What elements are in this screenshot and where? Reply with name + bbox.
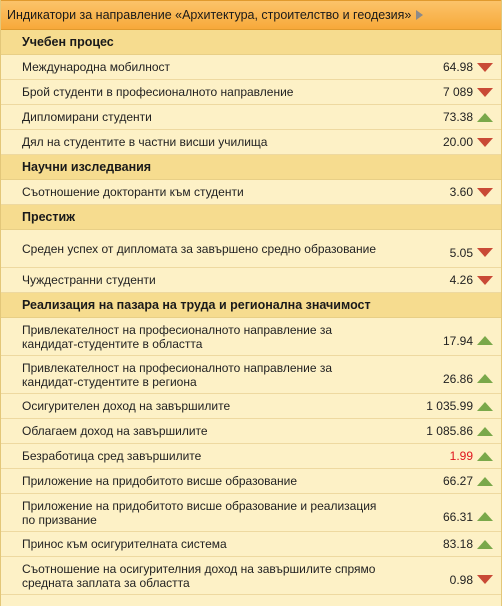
triangle-up-icon: [477, 476, 493, 486]
triangle-up-icon: [477, 112, 493, 122]
indicator-row[interactable]: Принос към осигурителната система 83.18: [1, 532, 501, 557]
indicator-value: 1 085.86: [426, 424, 473, 438]
indicator-row[interactable]: Осигурителен доход на завършилите 1 035.9…: [1, 394, 501, 419]
triangle-up-icon: [477, 336, 493, 345]
section-header: Реализация на пазара на труда и регионал…: [1, 293, 501, 318]
indicator-label: Облагаем доход на завършилите: [22, 424, 208, 438]
indicator-row[interactable]: Брой студенти в професионалното направле…: [1, 80, 501, 105]
indicator-value: 3.60: [449, 185, 473, 199]
trend-up-icon: [477, 511, 493, 523]
triangle-down-icon: [477, 87, 493, 97]
indicator-label: Приложение на придобитото висше образова…: [22, 474, 298, 488]
section-header: Учебен процес: [1, 30, 501, 55]
triangle-down-icon: [477, 275, 493, 285]
trend-down-icon: [477, 61, 493, 73]
indicator-label: Приложение на придобитото висше образова…: [22, 498, 377, 527]
indicators-panel: Индикатори за направление «Архитектура, …: [0, 0, 502, 606]
section-header: Престиж: [1, 205, 501, 230]
indicator-value: 83.18: [442, 537, 473, 551]
indicator-value: 64.98: [442, 60, 473, 74]
indicator-row[interactable]: Съотношение на осигурителния доход на за…: [1, 557, 501, 595]
indicator-label: Дипломирани студенти: [22, 110, 152, 124]
triangle-down-icon: [477, 248, 493, 257]
indicator-label: Среден успех от дипломата за завършено с…: [22, 241, 376, 256]
triangle-up-icon: [477, 401, 493, 411]
indicator-value: 4.26: [449, 273, 473, 287]
indicator-row[interactable]: Среден успех от дипломата за завършено с…: [1, 230, 501, 268]
indicator-row[interactable]: Съотношение докторанти към студенти 3.60: [1, 180, 501, 205]
expand-arrow-icon[interactable]: [416, 10, 424, 20]
indicator-label: Съотношение на осигурителния доход на за…: [22, 561, 376, 590]
trend-up-icon: [477, 373, 493, 385]
triangle-up-icon: [477, 539, 493, 549]
indicator-value: 66.27: [442, 474, 473, 488]
indicator-value: 7 089: [442, 85, 473, 99]
triangle-down-icon: [477, 62, 493, 72]
trend-down-icon: [477, 274, 493, 286]
indicator-value: 1.99: [449, 449, 473, 463]
trend-up-icon: [477, 475, 493, 487]
indicator-row[interactable]: Приложение на придобитото висше образова…: [1, 469, 501, 494]
trend-up-icon: [477, 538, 493, 550]
trend-down-icon: [477, 86, 493, 98]
indicator-label: Чуждестранни студенти: [22, 273, 156, 287]
section-header: Научни изследвания: [1, 155, 501, 180]
triangle-up-icon: [477, 451, 493, 461]
indicator-label: Привлекателност на професионалното напра…: [22, 322, 333, 351]
indicator-label: Безработица сред завършилите: [22, 449, 202, 463]
indicator-value: 73.38: [442, 110, 473, 124]
triangle-down-icon: [477, 137, 493, 147]
triangle-up-icon: [477, 374, 493, 383]
indicator-label: Брой студенти в професионалното направле…: [22, 85, 294, 99]
panel-header[interactable]: Индикатори за направление «Архитектура, …: [1, 0, 501, 30]
indicator-value: 26.86: [442, 371, 473, 386]
indicator-row[interactable]: Дипломирани студенти 73.38: [1, 105, 501, 130]
trend-up-icon: [477, 335, 493, 347]
trend-up-icon: [477, 400, 493, 412]
indicator-label: Принос към осигурителната система: [22, 537, 227, 551]
triangle-down-icon: [477, 187, 493, 197]
triangle-down-icon: [477, 575, 493, 584]
indicator-label: Привлекателност на професионалното напра…: [22, 360, 333, 389]
indicator-value: 20.00: [442, 135, 473, 149]
indicator-label: Съотношение докторанти към студенти: [22, 185, 244, 199]
indicator-row[interactable]: Международна мобилност 64.98: [1, 55, 501, 80]
indicator-label: Международна мобилност: [22, 60, 171, 74]
indicator-row[interactable]: Дял на студентите в частни висши училища…: [1, 130, 501, 155]
indicator-label: Осигурителен доход на завършилите: [22, 399, 231, 413]
indicator-row[interactable]: Чуждестранни студенти 4.26: [1, 268, 501, 293]
indicator-row[interactable]: Облагаем доход на завършилите 1 085.86: [1, 419, 501, 444]
indicator-value: 17.94: [442, 333, 473, 348]
trend-up-icon: [477, 425, 493, 437]
trend-down-icon: [477, 574, 493, 586]
indicator-row[interactable]: Привлекателност на професионалното напра…: [1, 356, 501, 394]
triangle-up-icon: [477, 512, 493, 521]
indicator-list: Учебен процес Международна мобилност 64.98…: [1, 30, 501, 595]
indicator-value: 1 035.99: [426, 399, 473, 413]
triangle-up-icon: [477, 426, 493, 436]
indicator-row[interactable]: Привлекателност на професионалното напра…: [1, 318, 501, 356]
indicator-label: Дял на студентите в частни висши училища: [22, 135, 268, 149]
indicator-value: 0.98: [449, 572, 473, 587]
indicator-row[interactable]: Приложение на придобитото висше образова…: [1, 494, 501, 532]
trend-down-icon: [477, 247, 493, 259]
trend-up-icon: [477, 450, 493, 462]
indicator-row[interactable]: Безработица сред завършилите 1.99: [1, 444, 501, 469]
trend-down-icon: [477, 136, 493, 148]
indicator-value: 5.05: [449, 245, 473, 260]
trend-up-icon: [477, 111, 493, 123]
indicator-value: 66.31: [442, 509, 473, 524]
panel-title: Индикатори за направление «Архитектура, …: [7, 8, 412, 22]
trend-down-icon: [477, 186, 493, 198]
